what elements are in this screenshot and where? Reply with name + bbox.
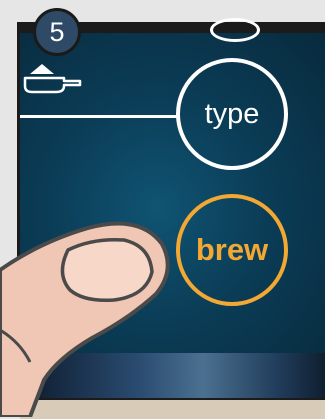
type-button-label: type: [204, 97, 260, 130]
pointing-finger: [0, 221, 170, 417]
brew-button-label: brew: [195, 232, 269, 267]
type-button[interactable]: type: [176, 58, 288, 170]
coffee-scoop-icon: [23, 64, 82, 94]
type-connector-line: [20, 115, 178, 118]
step-number-badge: 5: [33, 8, 81, 56]
step-number: 5: [49, 16, 65, 47]
top-partial-button: [210, 18, 260, 42]
illustration-frame: type brew 5: [0, 0, 325, 419]
